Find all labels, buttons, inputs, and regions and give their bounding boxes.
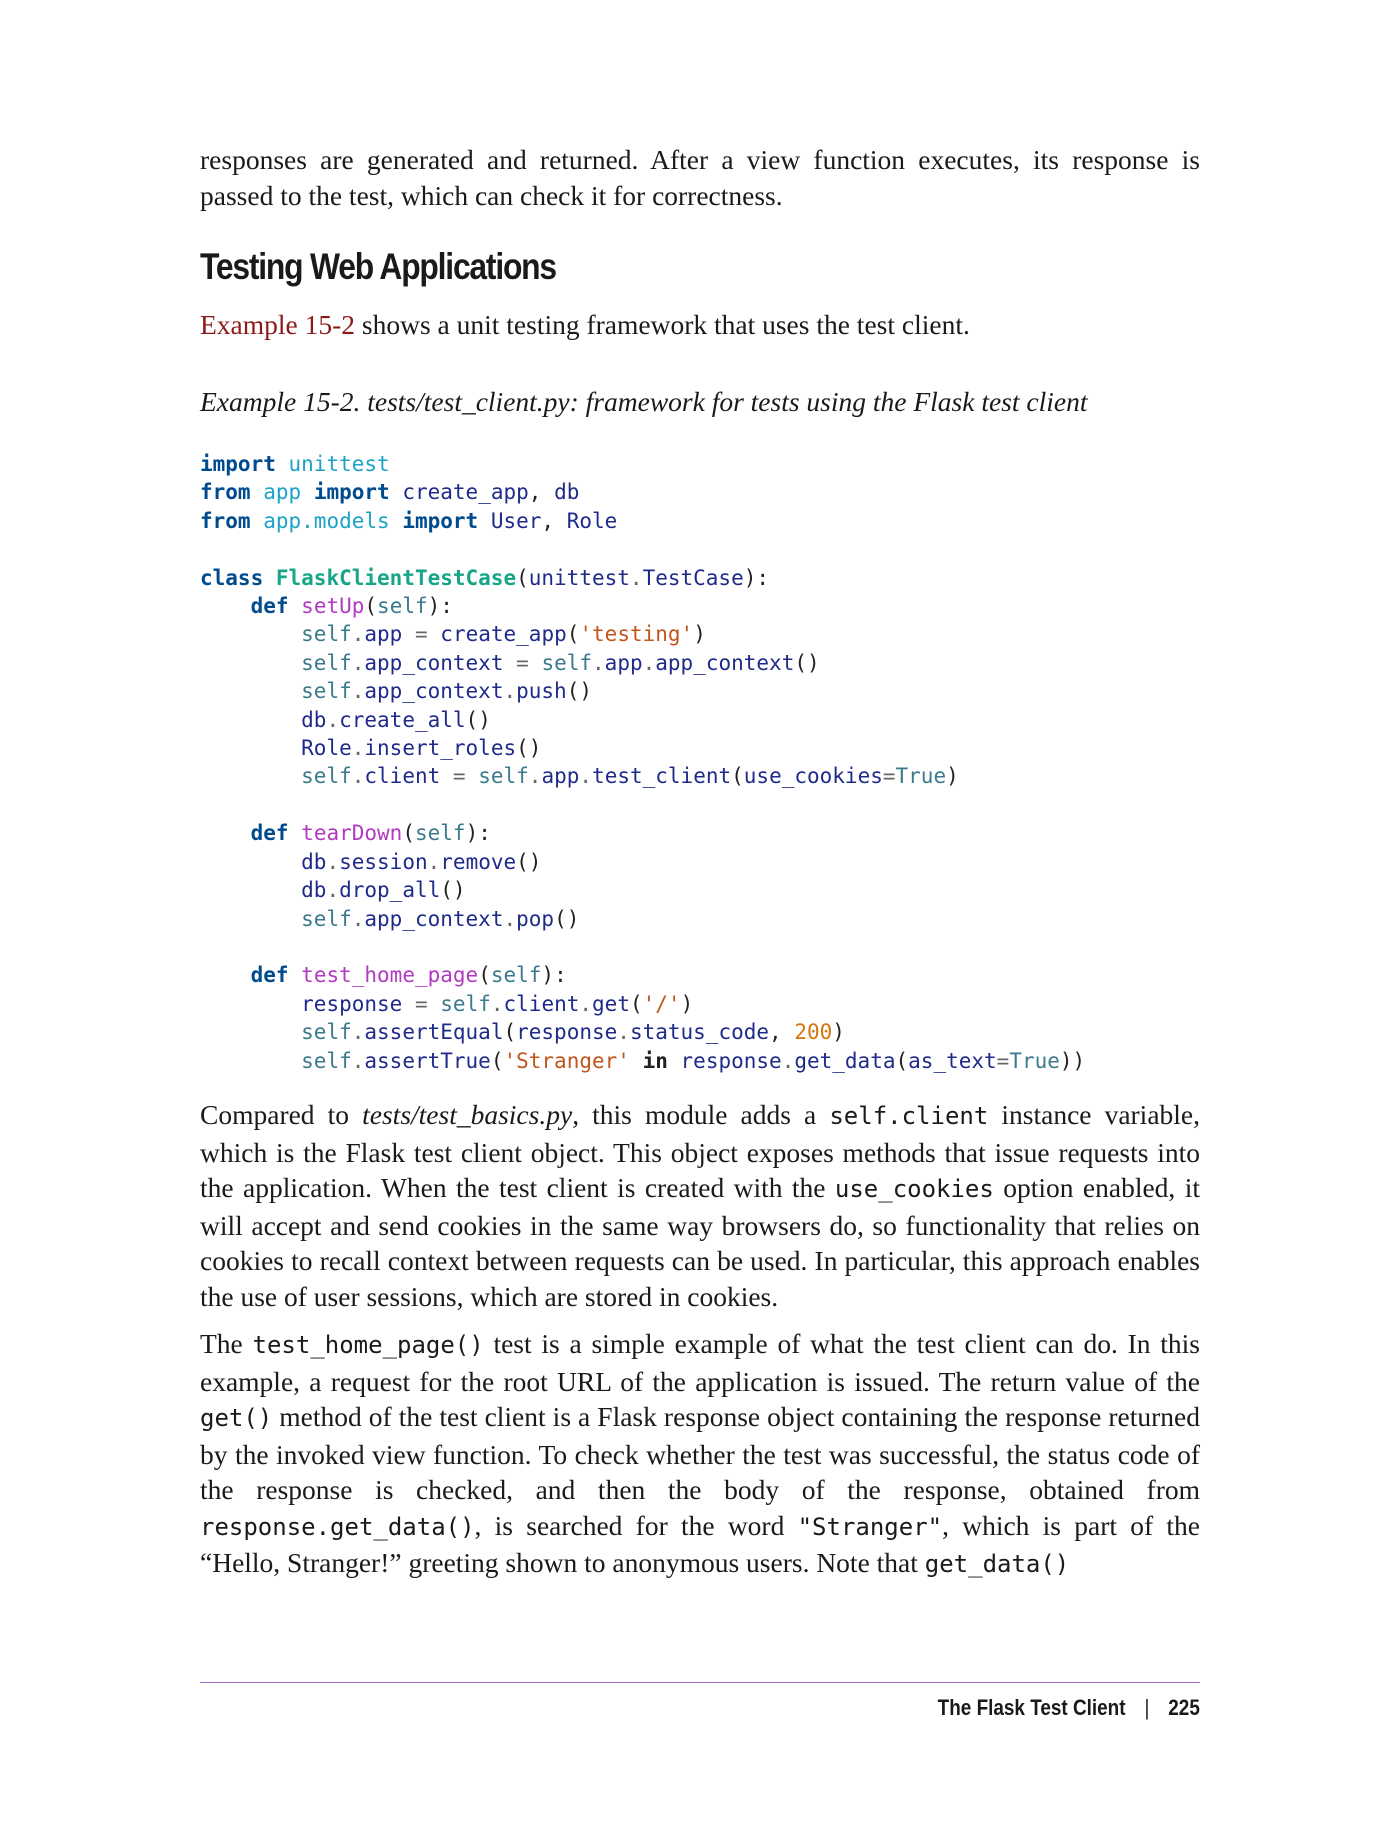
code-line: response = self.client.get('/') bbox=[301, 991, 694, 1016]
paragraph-text: The bbox=[200, 1328, 253, 1359]
code-line: self.assertEqual(response.status_code, 2… bbox=[301, 1020, 845, 1045]
body-paragraph-home-page-test: The test_home_page() test is a simple ex… bbox=[200, 1326, 1200, 1583]
inline-code: self.client bbox=[829, 1102, 989, 1130]
inline-code: "Stranger" bbox=[797, 1512, 943, 1541]
page-number: 225 bbox=[1168, 1695, 1200, 1720]
code-line: self.app_context = self.app.app_context(… bbox=[301, 650, 820, 675]
code-line: class FlaskClientTestCase(unittest.TestC… bbox=[200, 565, 770, 590]
code-line: def test_home_page(self): bbox=[250, 963, 567, 988]
paragraph-text: , is searched for the word bbox=[474, 1509, 798, 1541]
inline-code: get() bbox=[200, 1404, 273, 1432]
paragraph-text: , this module adds a bbox=[572, 1099, 830, 1130]
inline-code: get_data() bbox=[924, 1550, 1070, 1578]
example-cross-reference-link[interactable]: Example 15-2 bbox=[200, 309, 355, 340]
intro-paragraph-2: Example 15-2 shows a unit testing framew… bbox=[200, 307, 1200, 343]
filename-emphasis: tests/test_basics.py bbox=[362, 1099, 573, 1130]
page-footer: The Flask Test Client | 225 bbox=[938, 1695, 1200, 1721]
paragraph-text: method of the test client is a Flask res… bbox=[200, 1401, 1200, 1505]
section-heading: Testing Web Applications bbox=[200, 246, 557, 287]
code-line: db.drop_all() bbox=[301, 878, 466, 903]
code-line: self.app = create_app('testing') bbox=[301, 622, 706, 647]
paragraph-text: Compared to bbox=[200, 1099, 363, 1130]
code-line: db.create_all() bbox=[301, 707, 491, 732]
code-line: from app.models import User, Role bbox=[200, 508, 618, 533]
code-line: self.app_context.pop() bbox=[301, 906, 580, 931]
body-paragraph-test-client: Compared to tests/test_basics.py, this m… bbox=[200, 1097, 1200, 1314]
code-line: self.assertTrue('Stranger' in response.g… bbox=[301, 1048, 1086, 1073]
code-line: db.session.remove() bbox=[301, 849, 542, 874]
footer-section-title: The Flask Test Client bbox=[937, 1695, 1126, 1720]
code-line: Role.insert_roles() bbox=[301, 736, 542, 761]
code-line: def tearDown(self): bbox=[250, 821, 491, 846]
code-line: import unittest bbox=[200, 452, 390, 476]
footer-rule bbox=[200, 1682, 1200, 1683]
intro-paragraph: responses are generated and returned. Af… bbox=[200, 144, 1200, 211]
book-page: responses are generated and returned. Af… bbox=[0, 0, 1400, 1838]
code-line: from app import create_app, db bbox=[200, 480, 580, 505]
footer-separator: | bbox=[1144, 1695, 1150, 1720]
inline-code: use_cookies bbox=[834, 1175, 994, 1203]
code-line: self.client = self.app.test_client(use_c… bbox=[301, 764, 959, 789]
code-line: self.app_context.push() bbox=[301, 679, 592, 704]
intro-paragraph-2-text: shows a unit testing framework that uses… bbox=[355, 309, 970, 340]
code-listing: import unittest from app import create_a… bbox=[200, 450, 1085, 1075]
inline-code: response.get_data() bbox=[200, 1512, 475, 1541]
inline-code: test_home_page() bbox=[252, 1331, 484, 1359]
code-line: def setUp(self): bbox=[250, 594, 453, 619]
example-caption: Example 15-2. tests/test_client.py: fram… bbox=[200, 386, 1088, 417]
